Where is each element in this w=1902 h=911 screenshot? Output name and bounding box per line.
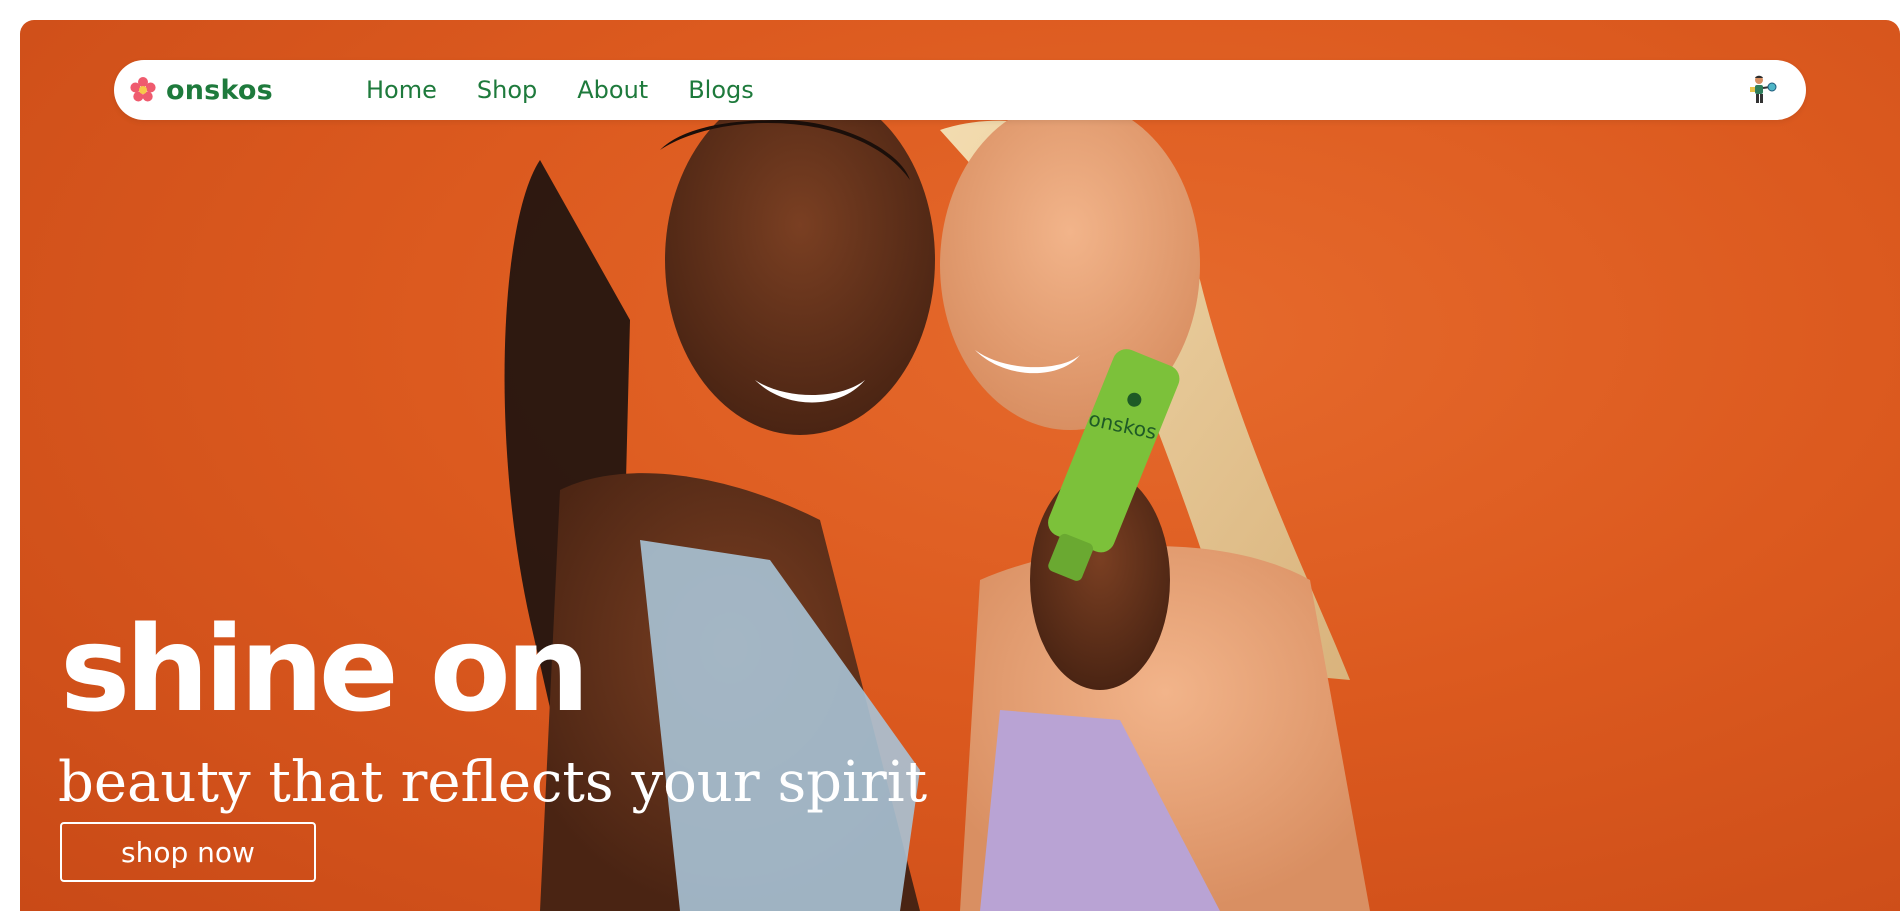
nav-about[interactable]: About	[577, 76, 648, 104]
brand-logo[interactable]: onskos	[128, 72, 273, 108]
top-navbar: onskos Home Shop About Blogs	[114, 60, 1806, 120]
hero-tagline: beauty that reflects your spirit	[58, 750, 928, 815]
nav-blogs[interactable]: Blogs	[688, 76, 754, 104]
shop-now-button[interactable]: shop now	[60, 822, 316, 882]
main-nav: Home Shop About Blogs	[366, 60, 794, 120]
user-shopping-icon[interactable]	[1746, 74, 1778, 106]
hero-headline: shine on	[60, 600, 590, 738]
nav-shop[interactable]: Shop	[477, 76, 537, 104]
brand-name: onskos	[166, 74, 273, 106]
flower-icon	[130, 77, 156, 102]
hero-banner: onskos onskos Home Shop About Blogs shin…	[20, 20, 1900, 911]
nav-home[interactable]: Home	[366, 76, 437, 104]
